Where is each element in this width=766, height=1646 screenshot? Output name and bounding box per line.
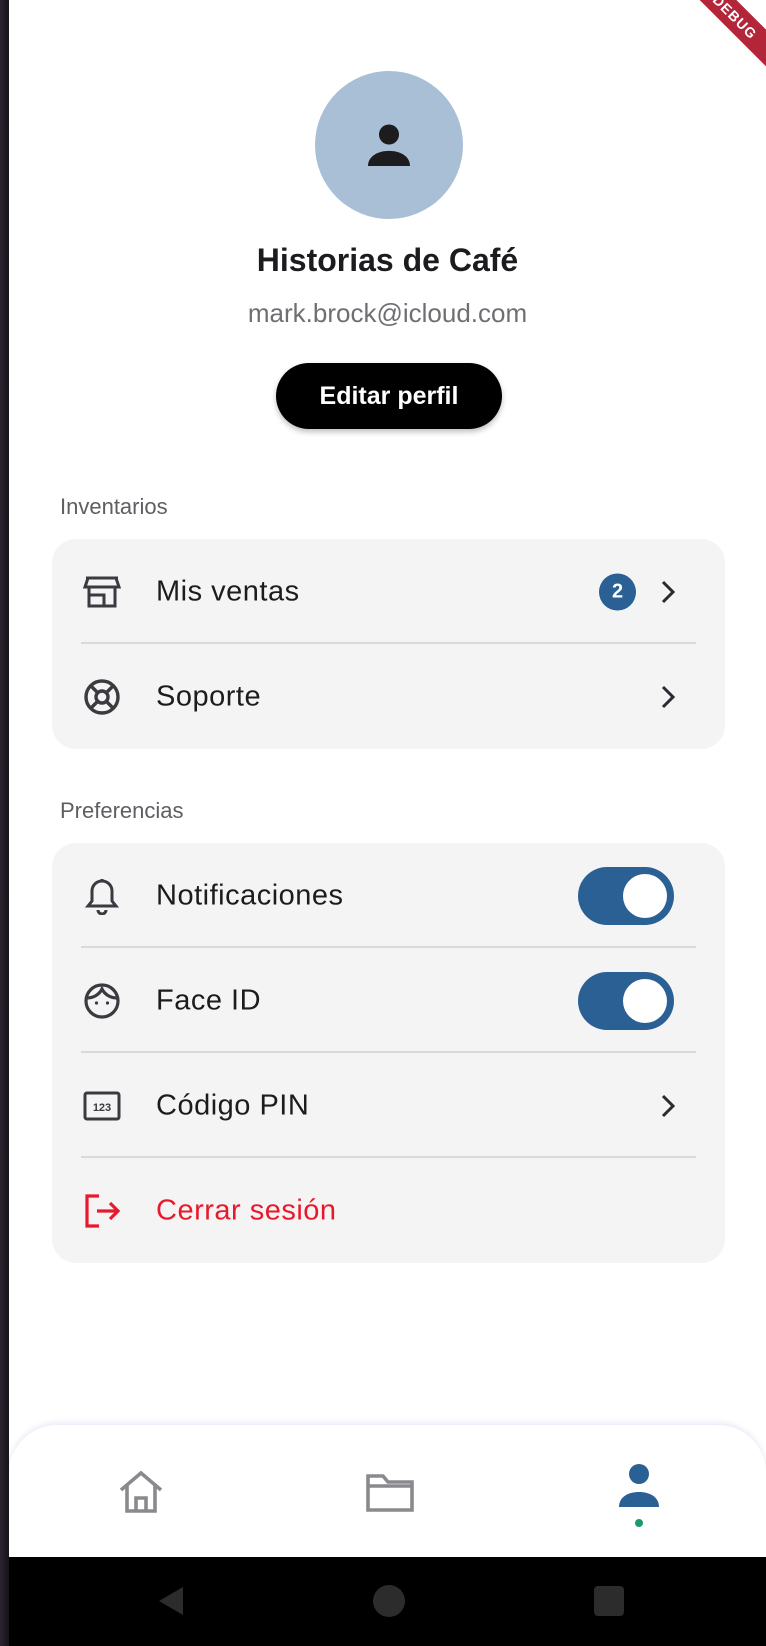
folder-icon[interactable] xyxy=(365,1469,415,1515)
logout-label: Cerrar sesión xyxy=(156,1194,337,1226)
person-icon[interactable] xyxy=(615,1461,663,1509)
sales-count-badge: 2 xyxy=(599,573,636,610)
chevron-right-icon xyxy=(661,1094,676,1117)
svg-text:123: 123 xyxy=(93,1102,111,1114)
bell-icon xyxy=(82,876,122,916)
person-icon xyxy=(368,124,410,166)
faceid-label: Face ID xyxy=(156,984,262,1016)
active-indicator-dot xyxy=(635,1519,643,1527)
section-title-inventory: Inventarios xyxy=(60,494,168,519)
notifications-label: Notificaciones xyxy=(156,879,344,911)
inventory-card: Mis ventas 2 Soporte xyxy=(52,539,725,749)
menu-item-pin-code[interactable]: 123 Código PIN xyxy=(52,1053,725,1158)
section-title-preferences: Preferencias xyxy=(60,798,184,823)
bottom-navigation xyxy=(9,1425,766,1557)
edit-profile-button[interactable]: Editar perfil xyxy=(276,363,502,429)
debug-banner: DEBUG xyxy=(672,0,766,80)
menu-item-sales[interactable]: Mis ventas 2 xyxy=(52,539,725,644)
sales-label: Mis ventas xyxy=(156,575,300,607)
face-icon xyxy=(82,981,122,1021)
home-button-icon[interactable] xyxy=(373,1585,405,1617)
store-icon xyxy=(82,572,122,612)
chevron-right-icon xyxy=(661,685,676,708)
chevron-right-icon xyxy=(661,580,676,603)
preferences-card: Notificaciones Face ID 123 Código PIN Ce… xyxy=(52,843,725,1263)
back-icon[interactable] xyxy=(153,1583,189,1619)
profile-screen: DEBUG Historias de Café mark.brock@iclou… xyxy=(9,0,766,1557)
pin-code-label: Código PIN xyxy=(156,1089,310,1121)
menu-item-support[interactable]: Soporte xyxy=(52,644,725,749)
lifebuoy-icon xyxy=(82,677,122,717)
menu-item-faceid: Face ID xyxy=(52,948,725,1053)
avatar[interactable] xyxy=(315,71,463,219)
home-icon[interactable] xyxy=(117,1469,165,1515)
support-label: Soporte xyxy=(156,680,262,712)
faceid-toggle[interactable] xyxy=(578,971,674,1030)
profile-name: Historias de Café xyxy=(256,242,519,278)
logout-icon xyxy=(82,1191,122,1231)
notifications-toggle[interactable] xyxy=(578,866,674,925)
toggle-knob xyxy=(623,978,667,1023)
toggle-knob xyxy=(623,873,667,918)
recents-icon[interactable] xyxy=(594,1586,624,1616)
device-edge xyxy=(0,0,9,1646)
android-navigation-bar xyxy=(9,1557,766,1646)
menu-item-notifications: Notificaciones xyxy=(52,843,725,948)
menu-item-logout[interactable]: Cerrar sesión xyxy=(52,1158,725,1263)
pin-code-icon: 123 xyxy=(82,1086,122,1126)
profile-email: mark.brock@icloud.com xyxy=(247,298,528,328)
